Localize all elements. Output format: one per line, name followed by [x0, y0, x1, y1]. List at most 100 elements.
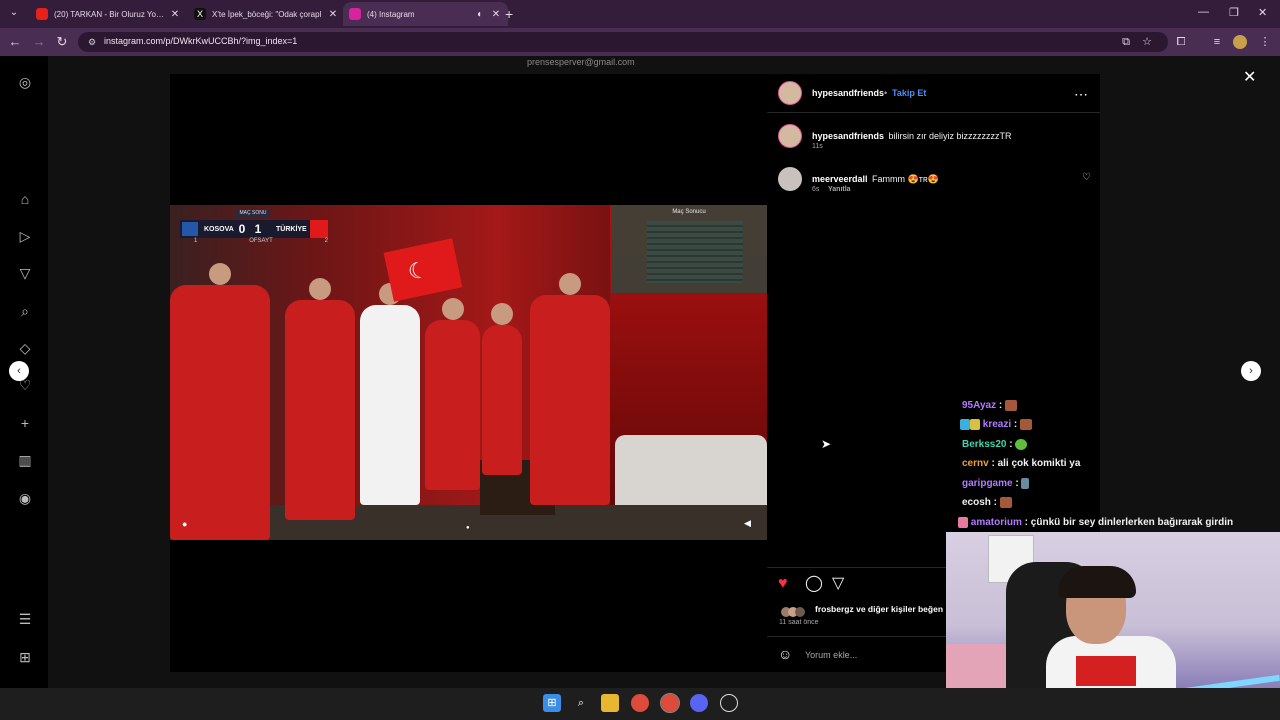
- also-from-meta-icon[interactable]: ⊞: [16, 648, 34, 666]
- match-stats-title: Maç Sonucu: [672, 209, 706, 215]
- youtube-icon: [36, 8, 48, 20]
- like-heart-icon[interactable]: ♥: [778, 576, 788, 592]
- create-icon[interactable]: +: [16, 414, 34, 432]
- post-timestamp[interactable]: 11 saat önce: [779, 619, 819, 626]
- tab-instagram[interactable]: (4) Instagram ◖ ✕: [343, 2, 508, 26]
- emoji-icon[interactable]: ☺: [778, 646, 792, 662]
- restore-icon[interactable]: ❐: [1229, 6, 1239, 19]
- tab-youtube[interactable]: (20) TARKAN - Bir Oluruz Yolun ✕: [32, 2, 185, 26]
- new-tab-icon[interactable]: +: [505, 6, 513, 22]
- author-username[interactable]: hypesandfriends: [812, 88, 884, 98]
- extensions-icon[interactable]: ⧠: [1174, 35, 1188, 49]
- video-person: [360, 283, 420, 505]
- emote-icon: [999, 497, 1012, 508]
- close-tab-icon[interactable]: ✕: [490, 9, 502, 20]
- turkey-flag-icon: [310, 220, 328, 238]
- chat-message: 95Ayaz :: [962, 400, 1017, 411]
- dot-separator: •: [884, 88, 888, 98]
- author-avatar[interactable]: [778, 81, 802, 105]
- cast-icon[interactable]: ⧉: [1119, 35, 1133, 49]
- liker-avatar: [795, 607, 805, 617]
- badge-icon: [958, 517, 968, 528]
- webcam-hair: [1058, 566, 1136, 598]
- menu-dots-icon[interactable]: ⋮: [1258, 35, 1272, 49]
- video-person: [482, 303, 522, 475]
- tab-title: (4) Instagram: [367, 9, 415, 19]
- close-tab-icon[interactable]: ✕: [327, 9, 339, 20]
- taskbar-search-icon[interactable]: ⌕: [572, 694, 590, 712]
- dashboard-icon[interactable]: ▥: [16, 451, 34, 469]
- emote-icon: [1021, 478, 1030, 489]
- emote-icon: [1015, 439, 1028, 450]
- windows-start-icon[interactable]: ⊞: [543, 694, 561, 712]
- carousel-dot: ●: [466, 525, 470, 531]
- home-icon[interactable]: ⌂: [16, 190, 34, 208]
- reading-list-icon[interactable]: ≡: [1210, 35, 1224, 49]
- comment-bubble-icon[interactable]: ◯: [805, 576, 823, 592]
- chat-user: cernv: [962, 458, 989, 469]
- comment-username[interactable]: meerveerdall: [812, 174, 868, 184]
- mute-icon[interactable]: ◀: [744, 518, 751, 529]
- reload-icon[interactable]: ↻: [53, 33, 71, 51]
- scoreboard-offside: OFSAYT: [249, 238, 273, 244]
- score-value1: 0: [238, 222, 246, 236]
- file-explorer-icon[interactable]: [601, 694, 619, 712]
- caption-text: bilirsin zır deliyiz bizzzzzzzzTR: [888, 131, 1012, 141]
- profile-icon[interactable]: ◉: [16, 489, 34, 507]
- close-modal-icon[interactable]: ✕: [1243, 67, 1256, 87]
- kosovo-flag-icon: [182, 222, 198, 236]
- chrome-icon[interactable]: [631, 694, 649, 712]
- x-icon: X: [194, 8, 206, 20]
- comment-input[interactable]: Yorum ekle...: [805, 650, 857, 660]
- reply-button[interactable]: Yanıtla: [828, 186, 851, 193]
- discord-icon[interactable]: [690, 694, 708, 712]
- chrome-active-icon[interactable]: [660, 693, 680, 713]
- more-menu-icon[interactable]: ☰: [16, 610, 34, 628]
- caption: hypesandfriends bilirsin zır deliyiz biz…: [812, 126, 1012, 144]
- more-options-icon[interactable]: ⋯: [1074, 86, 1088, 103]
- badge-icon: [970, 419, 980, 430]
- forward-icon[interactable]: →: [30, 33, 48, 51]
- tab-x[interactable]: X X'te İpek_böceği: "Odak çorapl ✕: [190, 2, 343, 26]
- follow-button[interactable]: Takip Et: [892, 88, 926, 98]
- video-sofa: [615, 435, 767, 515]
- explore-icon[interactable]: ◇: [16, 339, 34, 357]
- caption-username[interactable]: hypesandfriends: [812, 131, 884, 141]
- next-post-button[interactable]: ›: [1241, 361, 1261, 381]
- chat-user: Berkss20: [962, 439, 1007, 451]
- close-tab-icon[interactable]: ✕: [169, 9, 181, 20]
- score-team1: KOSOVA: [204, 225, 234, 233]
- speaker-icon[interactable]: ◖: [472, 9, 486, 20]
- chat-message: ecosh :: [962, 497, 1012, 508]
- comment-like-icon[interactable]: ♡: [1082, 172, 1091, 183]
- caption-avatar[interactable]: [778, 124, 802, 148]
- instagram-logo-icon[interactable]: ◎: [16, 73, 34, 91]
- minimize-icon[interactable]: —: [1198, 6, 1209, 18]
- match-stats-rows: [647, 221, 743, 283]
- user-tag-icon[interactable]: ●: [182, 519, 187, 529]
- previous-post-button[interactable]: ‹: [9, 361, 29, 381]
- messages-icon[interactable]: ▽: [16, 264, 34, 282]
- bookmark-star-icon[interactable]: ☆: [1140, 35, 1154, 49]
- site-info-icon[interactable]: ⚙: [86, 36, 98, 48]
- score-team2: TÜRKİYE: [276, 225, 307, 233]
- tab-search-chevron-icon[interactable]: ⌄: [6, 5, 22, 21]
- search-icon[interactable]: ⌕: [16, 302, 34, 320]
- share-send-icon[interactable]: ▽: [832, 576, 844, 592]
- likes-text[interactable]: frosbergz ve diğer kişiler beğen: [815, 604, 943, 614]
- back-icon[interactable]: ←: [6, 33, 24, 51]
- chat-user: ecosh: [962, 497, 991, 509]
- chat-user: 95Ayaz: [962, 400, 997, 412]
- reels-icon[interactable]: ▷: [16, 227, 34, 245]
- header-divider: [767, 112, 1100, 113]
- url-text[interactable]: instagram.com/p/DWkrKwUCCBh/?img_index=1: [104, 36, 297, 46]
- close-window-icon[interactable]: ✕: [1258, 6, 1267, 19]
- chat-user: amatorium: [970, 517, 1022, 529]
- comment-avatar[interactable]: [778, 167, 802, 191]
- post-video[interactable]: ☾ KOSOVA 0 1 TÜRKİYE MAÇ SONU 1 OFSAYT 2…: [170, 205, 767, 540]
- caption-time: 11s: [812, 143, 823, 150]
- app-icon[interactable]: [720, 694, 738, 712]
- profile-avatar[interactable]: [1233, 35, 1247, 49]
- chat-text: ali çok komikti ya: [997, 458, 1081, 469]
- turkish-flag: ☾: [383, 238, 463, 302]
